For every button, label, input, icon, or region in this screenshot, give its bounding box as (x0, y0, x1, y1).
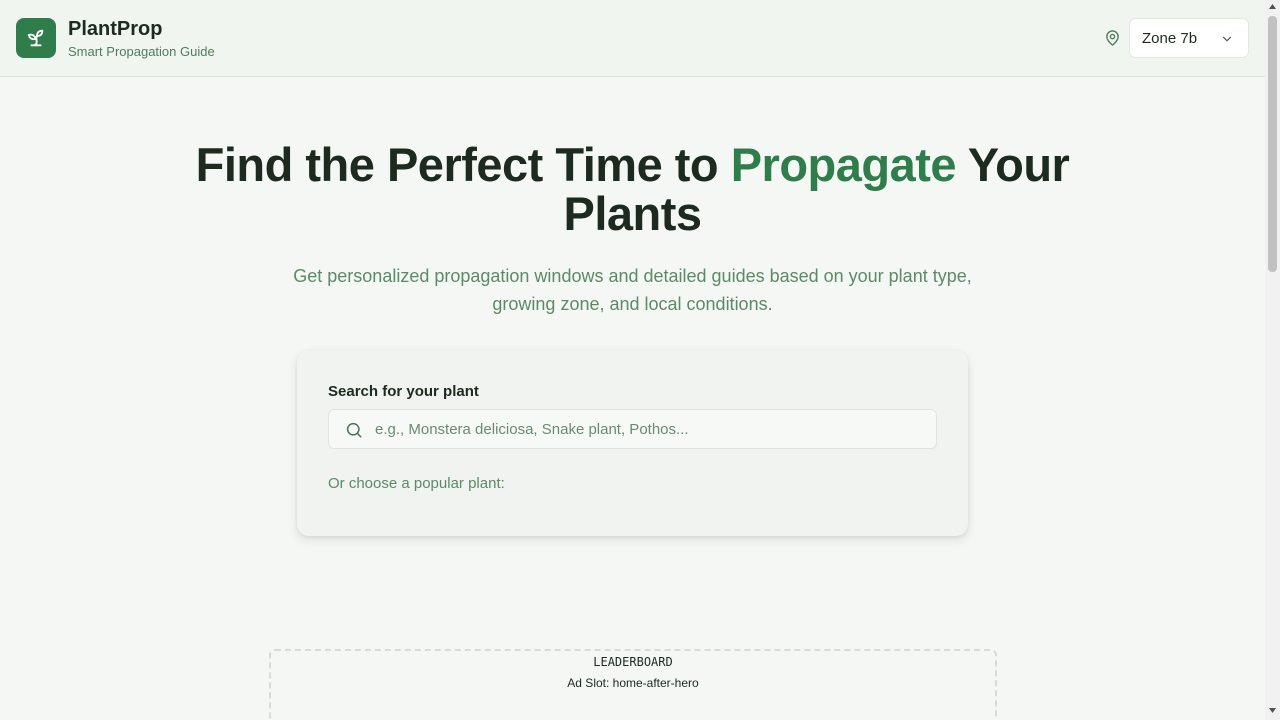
popular-plants-label: Or choose a popular plant: (328, 475, 505, 492)
scroll-up-arrow-icon[interactable] (1268, 3, 1277, 11)
app-header: PlantProp Smart Propagation Guide Zone 7… (0, 0, 1265, 77)
hero-title-accent: Propagate (730, 138, 957, 191)
search-icon (346, 422, 362, 438)
map-pin-icon (1106, 30, 1119, 46)
scroll-down-arrow-icon[interactable] (1268, 706, 1277, 714)
chevron-down-icon (1222, 36, 1232, 42)
ad-slot-name: Ad Slot: home-after-hero (567, 676, 699, 690)
brand-subtitle: Smart Propagation Guide (68, 44, 215, 59)
search-input[interactable] (375, 410, 925, 448)
hero-title: Find the Perfect Time to Propagate Your … (140, 140, 1125, 238)
page-scrollbar[interactable] (1265, 0, 1280, 720)
ad-slot: LEADERBOARD Ad Slot: home-after-hero (269, 649, 997, 720)
hero-subtitle: Get personalized propagation windows and… (293, 266, 972, 314)
search-box[interactable] (328, 409, 937, 449)
logo[interactable] (16, 18, 56, 58)
search-card: Search for your plant Or choose a popula… (297, 350, 968, 536)
sprout-icon (27, 29, 44, 47)
hero-title-part1: Find the Perfect Time to (195, 138, 731, 191)
scroll-thumb[interactable] (1268, 16, 1277, 272)
zone-select[interactable]: Zone 7b (1129, 18, 1249, 58)
ad-type-label: LEADERBOARD (593, 655, 673, 669)
search-label: Search for your plant (328, 383, 479, 400)
zone-select-value: Zone 7b (1142, 29, 1198, 47)
brand-title: PlantProp (68, 18, 163, 40)
